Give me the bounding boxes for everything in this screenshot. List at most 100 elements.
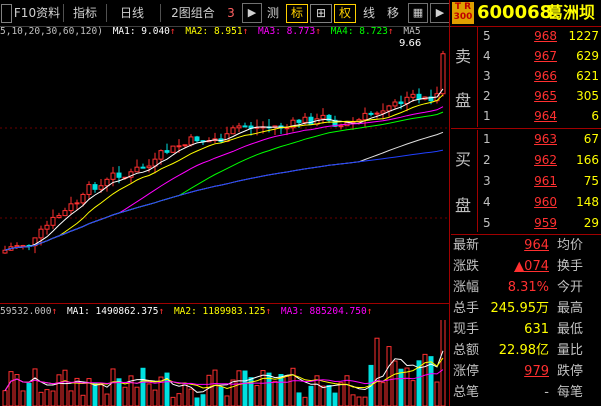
stat-value: -: [544, 385, 549, 400]
ask-row[interactable]: 3 966 621: [451, 67, 601, 86]
candle-body: [140, 166, 146, 169]
bid-row[interactable]: 5 959 29: [451, 214, 601, 233]
candle-body: [338, 125, 344, 128]
ask-row[interactable]: 4 967 629: [451, 47, 601, 66]
stat-label: 换手: [557, 259, 584, 274]
bid-volume: 67: [583, 132, 599, 146]
candle-body: [134, 166, 140, 173]
volume-bar: [8, 371, 14, 406]
toolbar-layout-button[interactable]: 2图组合: [166, 3, 220, 23]
candle-body: [242, 125, 248, 128]
stat-label: 涨跌: [453, 259, 480, 274]
ask-price: 968: [534, 29, 557, 43]
chevron-right-icon[interactable]: ▶: [430, 3, 450, 23]
stock-header: T R 300 600068 葛洲坝: [451, 0, 601, 26]
stat-label: 最高: [557, 301, 584, 316]
ask-volume: 305: [576, 89, 599, 103]
volume-bar: [98, 384, 104, 406]
volume-bar: [110, 368, 116, 406]
stat-value: 964: [524, 238, 549, 253]
volume-bar: [122, 386, 128, 406]
stat-row: 总额 22.98亿 量比: [451, 341, 601, 360]
candle-body: [410, 93, 416, 98]
candle-body: [146, 165, 152, 169]
candle-body: [308, 116, 314, 125]
toolbar-rights-button[interactable]: 权: [334, 4, 356, 23]
candle-body: [416, 93, 422, 100]
candle-body: [440, 53, 446, 95]
toolbar-line-button[interactable]: 线: [358, 3, 380, 23]
candlestick-chart[interactable]: [0, 38, 449, 303]
volume-bar: [440, 320, 446, 406]
stat-row: 最新 964 均价: [451, 236, 601, 255]
bid-row[interactable]: 2 962 166: [451, 151, 601, 170]
candle-body: [50, 216, 56, 226]
candle-body: [320, 114, 326, 120]
bid-row[interactable]: 3 961 75: [451, 172, 601, 191]
ask-volume: 621: [576, 69, 599, 83]
bid-row[interactable]: 4 960 148: [451, 193, 601, 212]
ma-legend: 5,10,20,30,60,120) MA1: 9.040↑ MA2: 8.95…: [0, 26, 421, 37]
stock-name: 葛洲坝: [547, 3, 596, 22]
candle-body: [56, 215, 62, 218]
ask-volume: 629: [576, 49, 599, 63]
volume-bar: [236, 370, 242, 406]
toolbar-layout-count[interactable]: 3: [224, 3, 238, 23]
toolbar-f10-button[interactable]: F10资料: [12, 3, 62, 23]
ask-row[interactable]: 2 965 305: [451, 87, 601, 106]
bid-level: 3: [483, 174, 491, 188]
toolbar-settings-icon[interactable]: ▦: [408, 3, 428, 23]
bid-price: 960: [534, 195, 557, 209]
candle-body: [176, 145, 182, 148]
stock-code: 600068: [477, 2, 553, 23]
candle-body: [104, 178, 110, 187]
stat-row: 总手 245.95万 最高: [451, 299, 601, 318]
candle-body: [236, 125, 242, 129]
volume-bar: [278, 374, 284, 406]
candle-body: [98, 185, 104, 190]
volume-bar: [302, 396, 308, 406]
candle-body: [374, 112, 380, 115]
ask-level: 2: [483, 89, 491, 103]
stat-label: 量比: [557, 343, 584, 358]
volume-bar: [272, 380, 278, 406]
candle-body: [386, 105, 392, 112]
bid-volume: 166: [576, 153, 599, 167]
ask-row[interactable]: 5 968 1227: [451, 27, 601, 46]
high-price-label: 9.66: [399, 38, 422, 49]
volume-bar: [338, 382, 344, 406]
volume-bar: [134, 386, 140, 406]
bid-price: 961: [534, 174, 557, 188]
stat-row: 现手 631 最低: [451, 320, 601, 339]
volume-chart[interactable]: [0, 320, 449, 406]
candle-body: [296, 119, 302, 123]
ask-row[interactable]: 1 964 6: [451, 107, 601, 126]
toolbar-daily-button[interactable]: 日线: [112, 3, 152, 23]
candle-body: [284, 127, 290, 130]
panel-divider: [449, 0, 450, 406]
bid-price: 959: [534, 216, 557, 230]
stat-label: 最新: [453, 238, 480, 253]
toolbar-mark-button[interactable]: 标: [286, 4, 308, 23]
volume-bar: [356, 396, 362, 406]
ma1-value: MA1: 9.040: [112, 26, 170, 37]
volume-legend: 59532.000↑ MA1: 1490862.375↑ MA2: 118998…: [0, 306, 373, 317]
ma4-value: MA4: 8.723: [330, 26, 388, 37]
volume-bar: [224, 395, 230, 406]
toolbar-move-button[interactable]: 移: [382, 3, 404, 23]
vol-ma2-value: MA2: 1189983.125: [173, 306, 266, 317]
toolbar-indicator-button[interactable]: 指标: [68, 3, 102, 23]
stat-value: 22.98亿: [498, 343, 549, 358]
toolbar-left-edge[interactable]: [1, 4, 12, 23]
volume-bar: [140, 367, 146, 406]
ask-level: 3: [483, 69, 491, 83]
volume-bar: [362, 396, 368, 406]
play-icon[interactable]: ▶: [242, 3, 262, 23]
ma3-value: MA3: 8.773: [258, 26, 316, 37]
bid-row[interactable]: 1 963 67: [451, 130, 601, 149]
volume-bar: [182, 382, 188, 406]
candle-body: [2, 249, 8, 254]
toolbar-measure-button[interactable]: 测: [264, 3, 282, 23]
volume-bar: [290, 367, 296, 406]
toolbar-grid-button[interactable]: ⊞: [310, 4, 332, 23]
